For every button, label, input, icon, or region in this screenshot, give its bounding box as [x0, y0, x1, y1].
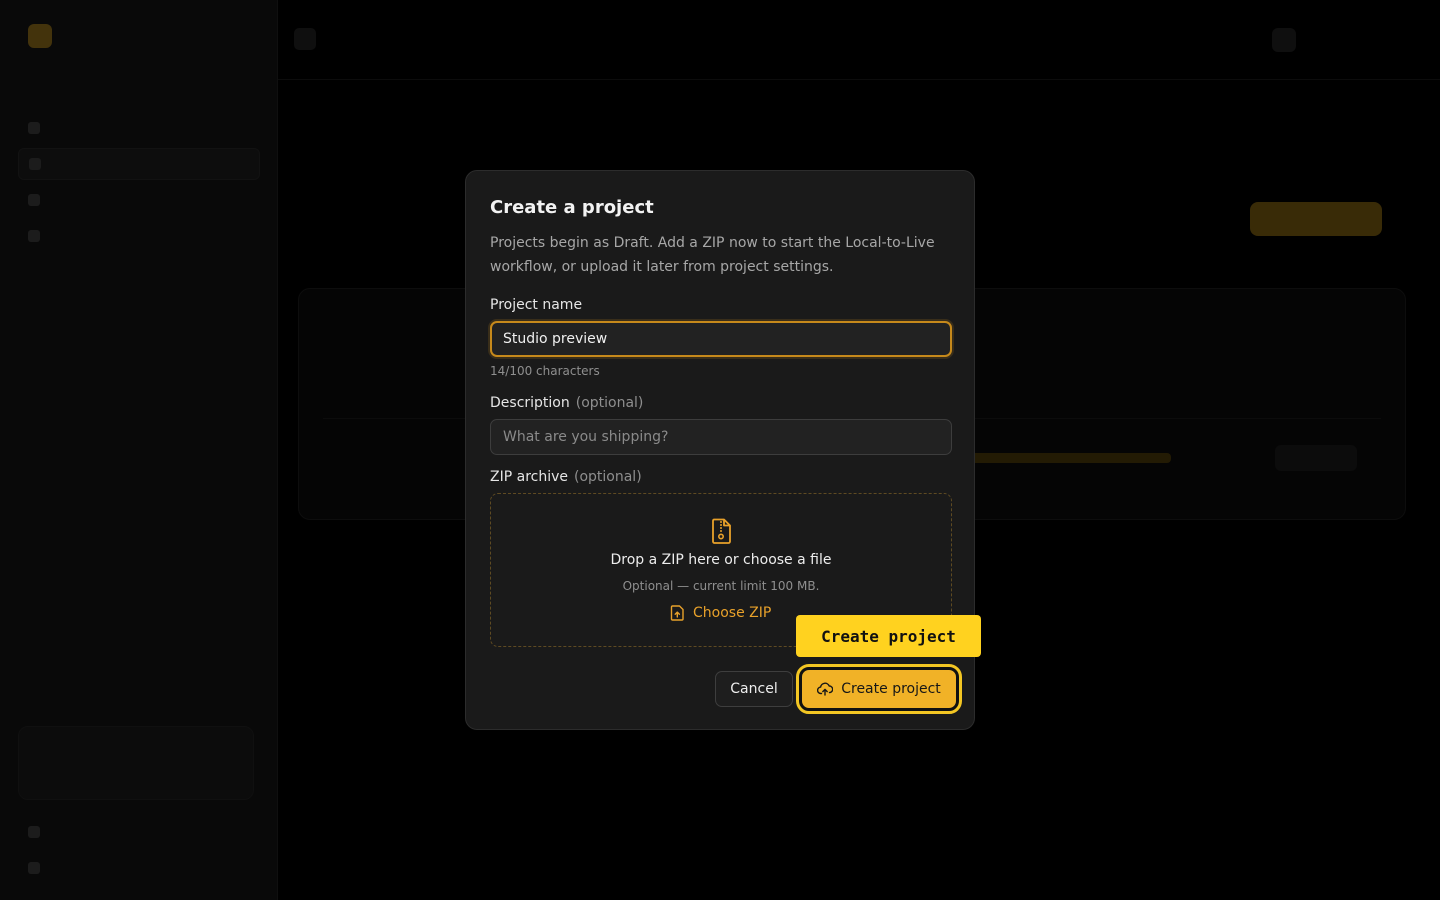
file-upload-icon: [670, 605, 684, 621]
description-label: Description (optional): [490, 395, 643, 411]
zip-archive-label: ZIP archive (optional): [490, 469, 642, 485]
dropzone-note: Optional — current limit 100 MB.: [622, 579, 820, 593]
character-count: 14/100 characters: [490, 364, 600, 378]
choose-zip-button[interactable]: Choose ZIP: [670, 602, 771, 624]
optional-tag: (optional): [574, 469, 642, 485]
project-name-input[interactable]: [490, 321, 952, 357]
project-name-label: Project name: [490, 297, 583, 313]
optional-tag: (optional): [575, 395, 644, 411]
description-input[interactable]: [490, 419, 952, 455]
dialog-title: Create a project: [490, 197, 654, 218]
zip-archive-label-text: ZIP archive: [490, 469, 568, 485]
description-label-text: Description: [490, 395, 570, 411]
choose-zip-label: Choose ZIP: [693, 605, 772, 621]
create-project-tooltip: Create project: [796, 615, 981, 657]
file-zip-icon: [712, 518, 731, 544]
upload-cloud-icon: [817, 682, 834, 696]
create-project-label: Create project: [841, 681, 941, 697]
dropzone-title: Drop a ZIP here or choose a file: [610, 552, 832, 568]
dialog-description: Projects begin as Draft. Add a ZIP now t…: [490, 235, 935, 275]
create-project-button[interactable]: Create project: [796, 664, 962, 714]
cancel-button[interactable]: Cancel: [715, 671, 793, 707]
